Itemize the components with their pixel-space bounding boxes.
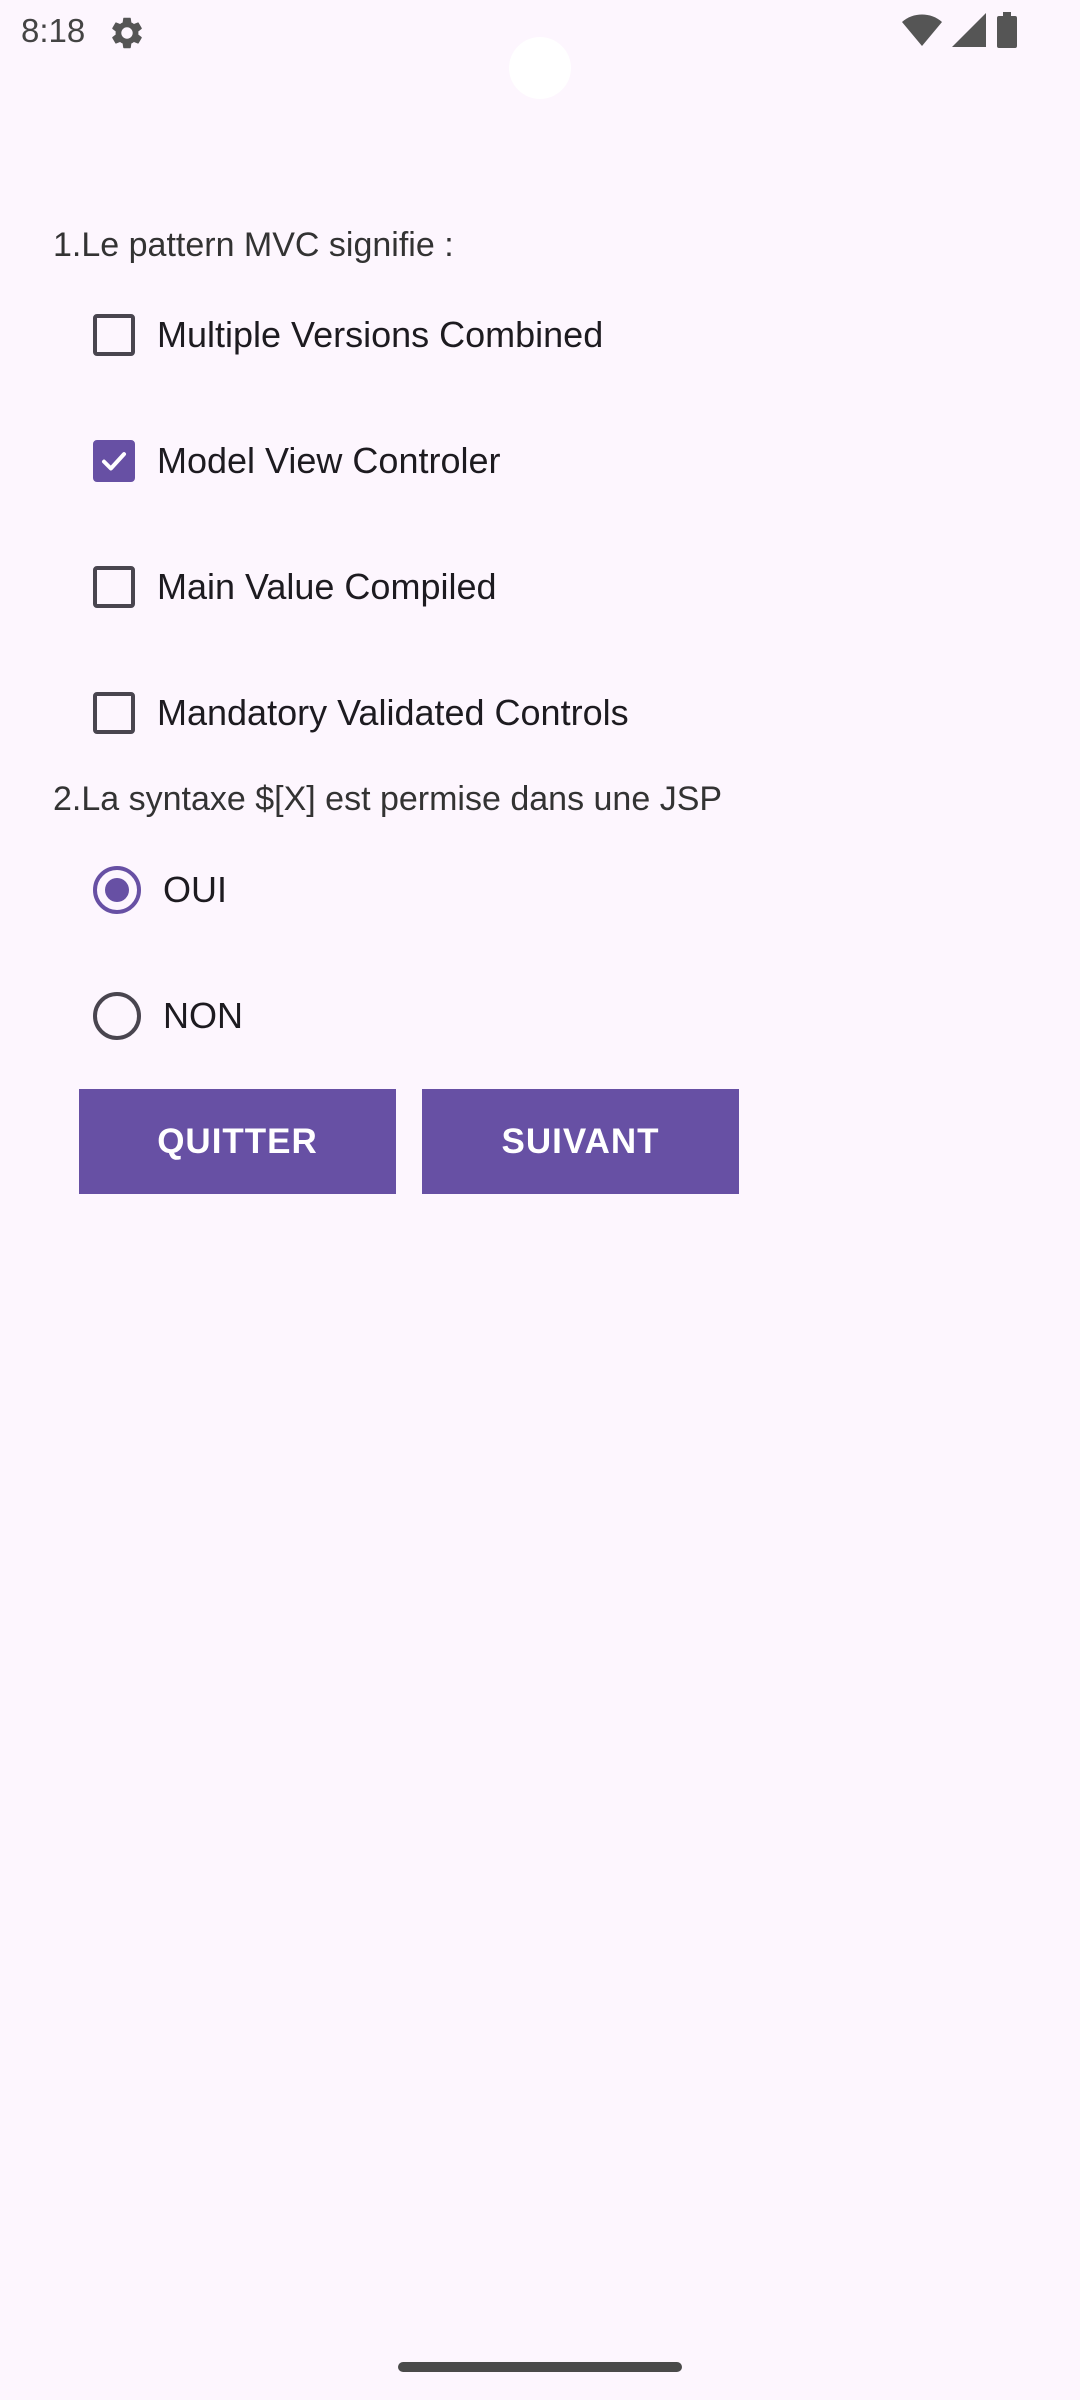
checkbox[interactable] [93, 314, 135, 356]
question-1-text: 1.Le pattern MVC signifie : [53, 226, 454, 264]
home-indicator[interactable] [398, 2362, 682, 2372]
radio-label: NON [163, 995, 243, 1036]
checkbox[interactable] [93, 440, 135, 482]
radio-option-non[interactable]: NON [93, 976, 243, 1056]
next-button[interactable]: SUIVANT [422, 1089, 739, 1194]
gear-icon [108, 14, 146, 52]
checkbox-label: Multiple Versions Combined [157, 314, 604, 355]
wifi-icon [902, 13, 942, 47]
radio-dot [105, 878, 129, 902]
radio-button[interactable] [93, 866, 141, 914]
checkbox-label: Mandatory Validated Controls [157, 692, 629, 733]
radio-label: OUI [163, 869, 228, 910]
check-icon [102, 452, 126, 471]
checkbox-option-2[interactable]: Model View Controler [93, 421, 501, 501]
checkbox-option-4[interactable]: Mandatory Validated Controls [93, 673, 629, 753]
question-2-text: 2.La syntaxe $[X] est permise dans une J… [53, 780, 723, 818]
checkbox-option-3[interactable]: Main Value Compiled [93, 547, 497, 627]
checkbox[interactable] [93, 692, 135, 734]
status-time: 8:18 [21, 12, 86, 49]
checkbox[interactable] [93, 566, 135, 608]
radio-button[interactable] [93, 992, 141, 1040]
checkbox-label: Model View Controler [157, 440, 501, 481]
quit-button[interactable]: QUITTER [79, 1089, 396, 1194]
radio-option-oui[interactable]: OUI [93, 850, 227, 930]
status-bar: 8:18 [0, 0, 1080, 99]
battery-icon [996, 12, 1018, 48]
checkbox-label: Main Value Compiled [157, 566, 497, 607]
signal-icon [952, 13, 986, 47]
checkbox-option-1[interactable]: Multiple Versions Combined [93, 295, 603, 375]
camera-cutout [509, 37, 571, 99]
